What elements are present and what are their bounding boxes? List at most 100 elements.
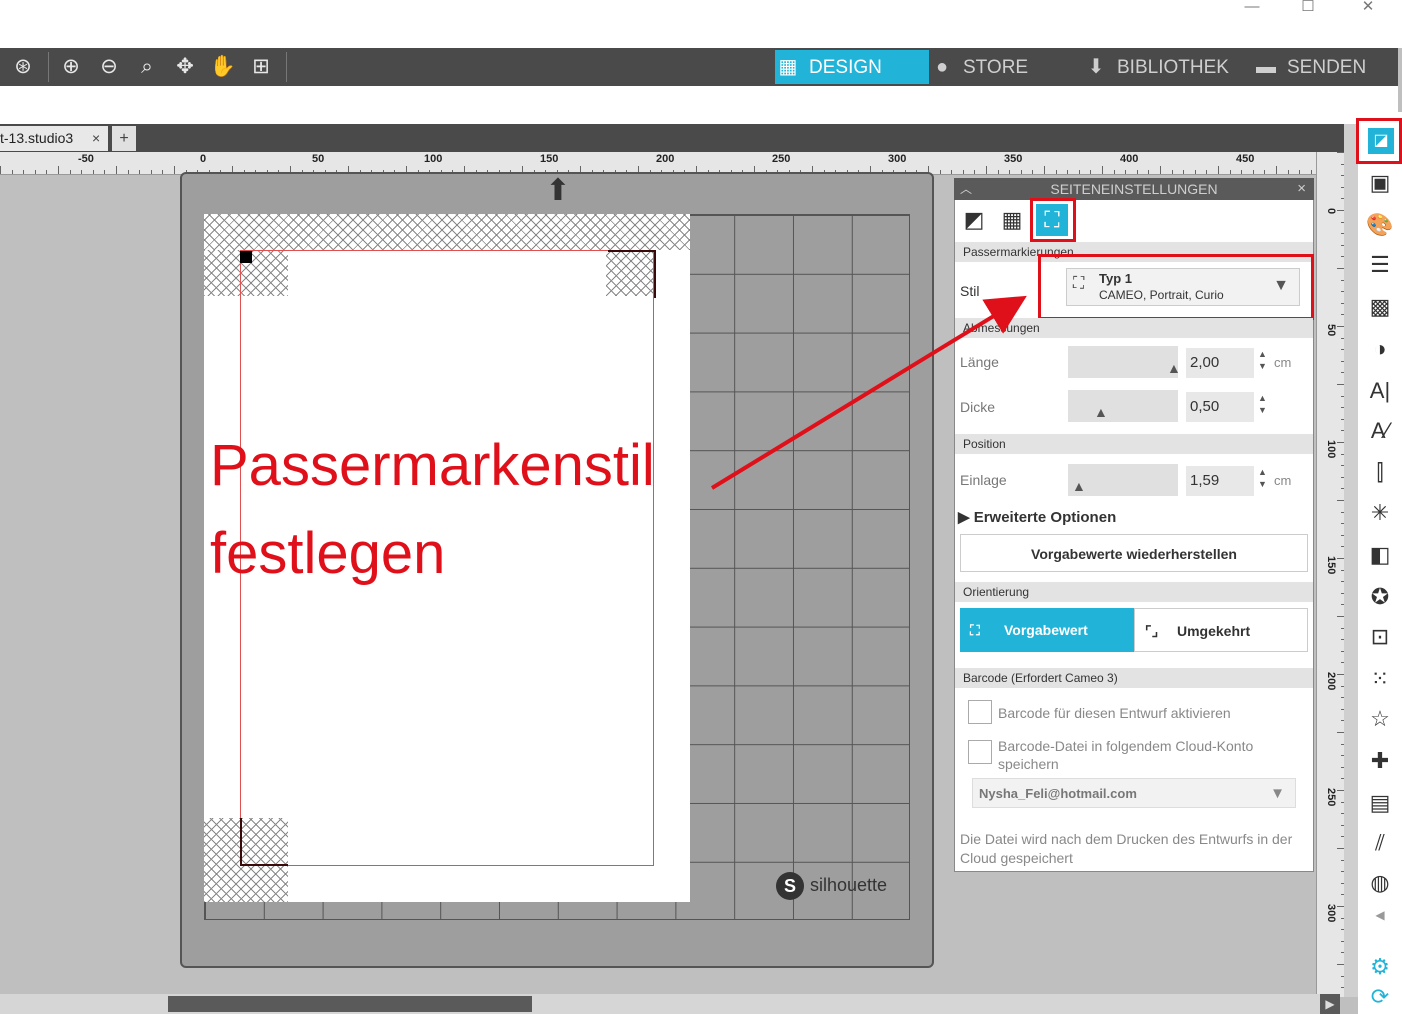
ruler-tick [174, 166, 175, 174]
pixscan-icon[interactable]: ▣ [1362, 166, 1398, 200]
grid-icon: ▦ [778, 56, 798, 78]
ruler-tick [81, 170, 83, 174]
orientation-reverse-button[interactable]: ⌜⌟ Umgekehrt [1134, 608, 1308, 652]
registration-mark-top-right [654, 250, 656, 298]
cutter-icon: ▬ [1256, 56, 1276, 78]
star-icon[interactable]: ☆ [1362, 702, 1398, 736]
inset-spinner[interactable]: ▲ ▼ [1258, 466, 1267, 490]
close-tab-icon[interactable]: × [92, 126, 100, 151]
close-icon[interactable]: ✕ [1348, 0, 1388, 24]
zoom-in-icon[interactable]: ⊕ [56, 53, 86, 81]
orientation-default-button[interactable]: ⛶ Vorgabewert [960, 608, 1134, 652]
collapse-arrow-icon[interactable]: ◀ [1362, 898, 1398, 932]
ruler-tick [1102, 166, 1103, 174]
document-tab[interactable]: t-13.studio3 × [0, 126, 108, 151]
download-icon: ⬇ [1087, 56, 1105, 78]
thickness-label: Dicke [960, 399, 996, 415]
main-toolbar: ⊛ ⊕ ⊖ ⌕ ✥ ✋ ⊞ ▦ DESIGN ● STORE ⬇ BIBLIOTHEK… [0, 48, 1398, 86]
maximize-icon[interactable]: ☐ [1288, 0, 1328, 24]
select-icon[interactable]: ⊛ [8, 53, 38, 81]
inset-label: Einlage [960, 472, 1007, 488]
trace-icon[interactable]: ⊡ [1362, 620, 1398, 654]
thickness-input[interactable]: 0,50 [1186, 392, 1254, 422]
palette-icon[interactable]: 🎨 [1362, 208, 1398, 242]
section-orientation: Orientierung [955, 582, 1313, 602]
length-input[interactable]: 2,00 [1186, 348, 1254, 378]
sketch-icon[interactable]: ⁙ [1362, 662, 1398, 696]
silhouette-logo-icon: S [776, 872, 804, 900]
line-style-icon[interactable]: ☰ [1362, 248, 1398, 282]
nav-store-tab[interactable]: ● STORE [929, 50, 1083, 84]
ruler-tick-label: 100 [1325, 440, 1337, 459]
highlight-box [1356, 118, 1402, 164]
page-setup-tab-icon[interactable]: ◩ [958, 204, 990, 236]
transparency-icon[interactable]: ◑ [1362, 332, 1398, 366]
text-style-icon[interactable]: A| [1362, 374, 1398, 408]
settings-gear-icon[interactable]: ⚙ [1362, 950, 1398, 984]
length-label: Länge [960, 354, 999, 370]
barcode-enable-checkbox[interactable] [968, 700, 992, 724]
scroll-right-icon[interactable]: ▶ [1320, 994, 1340, 1014]
ruler-tick-label: 150 [1325, 556, 1337, 575]
barcode-cloud-checkbox[interactable] [968, 740, 992, 764]
inset-input[interactable]: 1,59 [1186, 466, 1254, 496]
pan-hand-icon[interactable]: ✋ [208, 53, 238, 81]
ruler-tick [1160, 166, 1161, 174]
ruler-tick [1264, 170, 1266, 174]
toolbar-divider [48, 52, 49, 82]
panel-close-icon[interactable]: × [1297, 178, 1306, 200]
modify-icon[interactable]: ◧ [1362, 538, 1398, 572]
barcode-enable-label: Barcode für diesen Entwurf aktivieren [998, 705, 1231, 721]
length-spinner[interactable]: ▲ ▼ [1258, 348, 1267, 372]
text-to-path-icon[interactable]: A⁄ [1362, 414, 1398, 448]
ruler-tick [997, 170, 999, 174]
restore-defaults-button[interactable]: Vorgabewerte wiederherstellen [960, 534, 1308, 572]
minimize-icon[interactable]: — [1232, 0, 1272, 24]
layers-icon[interactable]: ▤ [1362, 786, 1398, 820]
ruler-tick-label: 450 [1236, 153, 1255, 165]
ruler-tick [1252, 170, 1254, 174]
fill-pattern-icon[interactable]: ▩ [1362, 290, 1398, 324]
replicate-icon[interactable]: ✳ [1362, 496, 1398, 530]
ruler-tick [1287, 170, 1289, 174]
zoom-out-icon[interactable]: ⊖ [94, 53, 124, 81]
fit-page-icon[interactable]: ⊞ [246, 53, 276, 81]
cloud-note: Die Datei wird nach dem Drucken des Entw… [960, 831, 1293, 866]
highlight-box [1030, 198, 1076, 242]
thickness-spinner[interactable]: ▲ ▼ [1258, 392, 1267, 416]
ruler-tick [104, 170, 106, 174]
registration-mark-square [240, 251, 252, 263]
section-barcode: Barcode (Erfordert Cameo 3) [955, 668, 1313, 688]
collapse-icon[interactable]: ︿ [960, 178, 972, 200]
sync-icon[interactable]: ⟳ [1362, 980, 1398, 1014]
fit-icon[interactable]: ✥ [170, 53, 200, 81]
slider-knob-icon[interactable]: ▲ [1072, 478, 1086, 494]
vertical-scrollbar[interactable] [1344, 124, 1358, 997]
inset-slider[interactable]: ▲ [1068, 464, 1178, 496]
slider-knob-icon[interactable]: ▲ [1167, 360, 1181, 376]
registration-mark-bottom-left [240, 818, 242, 866]
nav-library-tab[interactable]: ⬇ BIBLIOTHEK [1083, 50, 1253, 84]
offset-icon[interactable]: ✪ [1362, 580, 1398, 614]
cloud-account-select[interactable]: Nysha_Feli@hotmail.com ▼ [972, 778, 1296, 808]
thickness-slider[interactable]: ▲ [1068, 390, 1178, 422]
horizontal-scrollbar-thumb[interactable] [168, 996, 532, 1012]
annotation-line-2: festlegen [210, 521, 446, 586]
grid-tab-icon[interactable]: ▦ [996, 204, 1028, 236]
align-icon[interactable]: ⫿ [1362, 456, 1398, 490]
globe-icon[interactable]: ◍ [1362, 866, 1398, 900]
add-tab-button[interactable]: + [112, 126, 136, 151]
ruler-tick [1067, 170, 1069, 174]
puzzle-icon[interactable]: ✚ [1362, 744, 1398, 778]
ruler-tick [1055, 170, 1057, 174]
ruler-tick-label: 0 [200, 153, 207, 165]
length-slider[interactable]: ▲ [1068, 346, 1181, 378]
ruler-tick [11, 170, 13, 174]
ruler-tick [162, 170, 164, 174]
zoom-selection-icon[interactable]: ⌕ [132, 53, 162, 81]
nav-send-tab[interactable]: ▬ SENDEN [1253, 50, 1398, 84]
nav-design-tab[interactable]: ▦ DESIGN [775, 50, 929, 84]
advanced-options-toggle[interactable]: ▶ Erweiterte Optionen [958, 508, 1116, 526]
hatch-icon[interactable]: ⫽ [1362, 826, 1398, 860]
slider-knob-icon[interactable]: ▲ [1094, 404, 1108, 420]
